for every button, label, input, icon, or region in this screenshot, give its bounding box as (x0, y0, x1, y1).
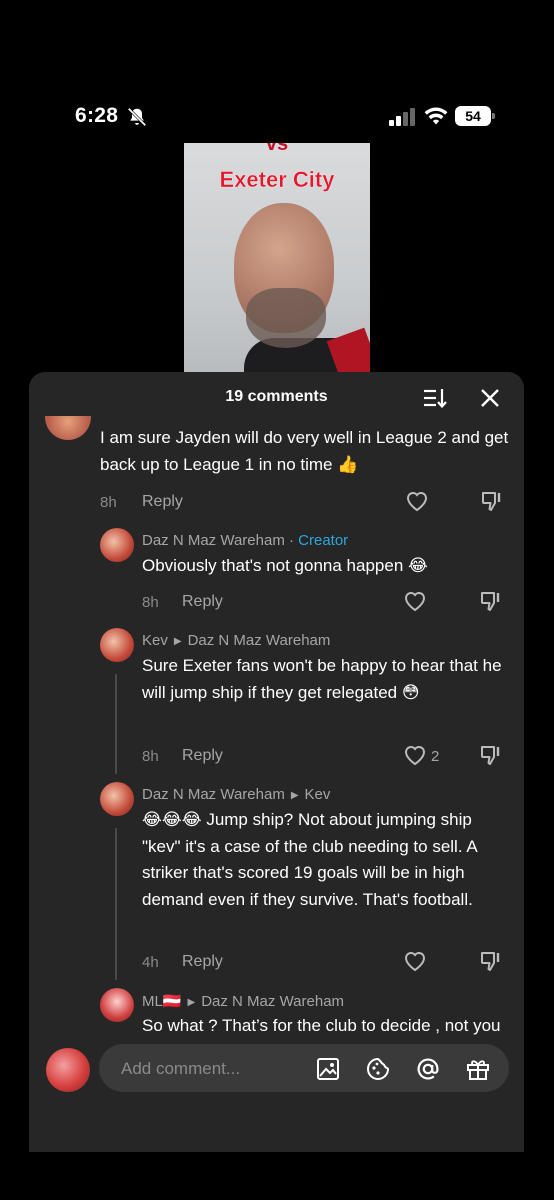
author-name[interactable]: Daz N Maz Wareham (142, 532, 285, 549)
avatar[interactable] (100, 782, 134, 816)
emoji-icon[interactable] (365, 1056, 391, 1082)
avatar[interactable] (100, 528, 134, 562)
reply-arrow-icon: ▶ (173, 636, 182, 647)
dislike-icon[interactable] (479, 743, 503, 767)
comment-author[interactable]: Daz N Maz Wareham · Creator (142, 532, 348, 549)
battery-indicator: 54 (455, 106, 495, 126)
like-count: 2 (431, 748, 440, 765)
sort-icon[interactable] (423, 387, 447, 409)
mention-icon[interactable] (415, 1056, 441, 1082)
comment-author[interactable]: Kev ▶ Daz N Maz Wareham (142, 632, 330, 649)
reply-to-name[interactable]: Kev (305, 786, 331, 803)
thread-line (115, 674, 117, 774)
reply-arrow-icon: ▶ (187, 997, 196, 1008)
comment-time: 8h (142, 594, 159, 611)
comment-time: 8h (100, 494, 117, 511)
wifi-icon (424, 107, 448, 125)
author-name[interactable]: Kev (142, 632, 168, 649)
avatar[interactable] (100, 628, 134, 662)
close-icon[interactable] (479, 387, 501, 409)
reply-button[interactable]: Reply (182, 747, 223, 765)
comment-text: Sure Exeter fans won't be happy to hear … (142, 656, 502, 702)
comment-time: 8h (142, 748, 159, 765)
comment-author[interactable]: Daz N Maz Wareham ▶ Kev (142, 786, 330, 803)
video-overlay-text: vs (265, 143, 289, 155)
avatar[interactable] (45, 416, 91, 440)
author-name[interactable]: ML🇦🇹 (142, 993, 182, 1010)
name-separator: · (284, 532, 299, 549)
image-icon[interactable] (315, 1056, 341, 1082)
comment-input-bar: Add comment... (29, 1044, 524, 1152)
comment-input-placeholder: Add comment... (121, 1059, 241, 1078)
reply-to-name[interactable]: Daz N Maz Wareham (201, 993, 344, 1010)
reply-button[interactable]: Reply (182, 953, 223, 971)
gift-icon[interactable] (465, 1056, 491, 1082)
comment-time: 4h (142, 954, 159, 971)
comments-sheet: 19 comments I am sure Jayden will do ver… (29, 372, 524, 1152)
heart-icon[interactable] (403, 950, 427, 972)
dislike-icon[interactable] (479, 589, 503, 613)
creator-badge: Creator (298, 532, 349, 549)
heart-icon[interactable] (403, 590, 427, 612)
status-bar: 6:28 54 (0, 0, 554, 127)
comment-text: Obviously that's not gonna happen 😂 (142, 556, 428, 575)
video-title-text: Exeter City (219, 167, 335, 192)
dislike-icon[interactable] (479, 949, 503, 973)
my-avatar[interactable] (46, 1048, 90, 1092)
comment-text: I am sure Jayden will do very well in Le… (100, 428, 509, 474)
comments-list: I am sure Jayden will do very well in Le… (29, 416, 524, 1052)
avatar[interactable] (100, 988, 134, 1022)
author-name[interactable]: Daz N Maz Wareham (142, 786, 285, 803)
status-time: 6:28 (75, 104, 119, 127)
heart-icon[interactable] (405, 490, 429, 512)
video-figure-beard (246, 288, 326, 348)
dislike-icon[interactable] (480, 489, 504, 513)
reply-to-name[interactable]: Daz N Maz Wareham (188, 632, 331, 649)
comment-text: 😂😂😂 Jump ship? Not about jumping ship "k… (142, 810, 477, 909)
video-thumbnail[interactable]: vs Exeter City (184, 143, 370, 376)
reply-button[interactable]: Reply (142, 493, 183, 511)
thread-line (115, 828, 117, 980)
signal-icon (389, 108, 415, 126)
comments-count-title: 19 comments (225, 388, 328, 405)
heart-icon[interactable] (403, 744, 427, 766)
bell-muted-icon (127, 107, 147, 127)
comment-author[interactable]: ML🇦🇹 ▶ Daz N Maz Wareham (142, 992, 344, 1010)
comment-input[interactable]: Add comment... (99, 1044, 509, 1092)
reply-arrow-icon: ▶ (290, 790, 299, 801)
reply-button[interactable]: Reply (182, 593, 223, 611)
